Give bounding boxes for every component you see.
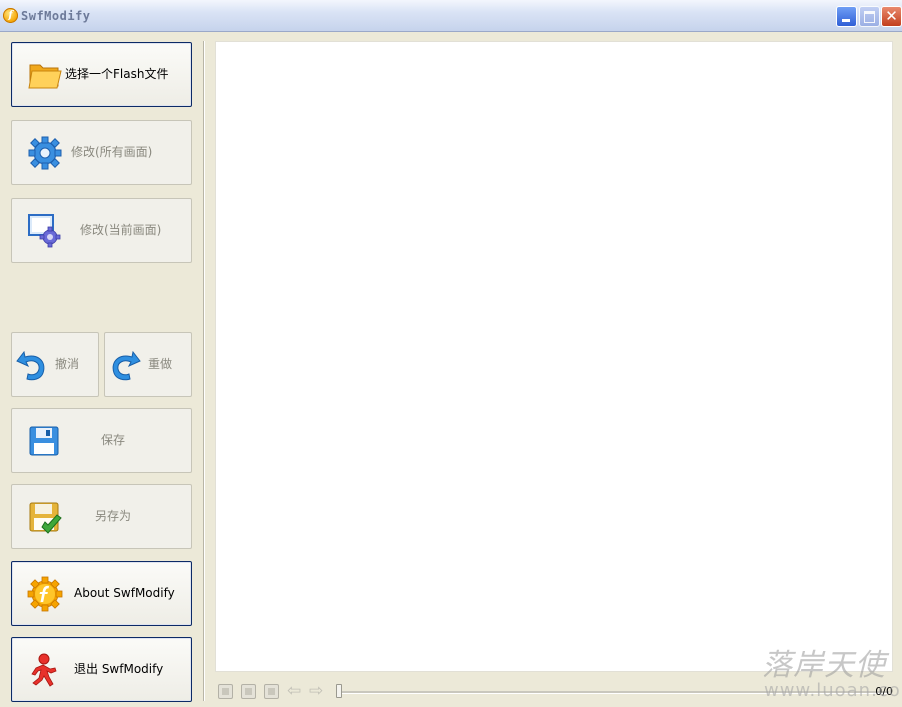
about-button[interactable]: About SwfModify bbox=[11, 561, 192, 626]
play-button[interactable] bbox=[218, 684, 233, 699]
flash-logo-icon bbox=[27, 576, 63, 612]
about-label: About SwfModify bbox=[74, 586, 175, 600]
window-title: SwfModify bbox=[21, 9, 91, 23]
playback-controls: ⇦ ⇨ 0/0 bbox=[215, 682, 893, 702]
modify-all-frames-label: 修改(所有画面) bbox=[71, 145, 153, 159]
frame-slider-track[interactable] bbox=[339, 691, 889, 694]
save-as-button[interactable]: 另存为 bbox=[11, 484, 192, 549]
app-icon[interactable]: f bbox=[3, 8, 18, 23]
pause-icon bbox=[268, 688, 275, 695]
screen-gear-icon bbox=[28, 214, 61, 248]
save-as-icon bbox=[29, 502, 62, 534]
maximize-button[interactable] bbox=[859, 6, 880, 27]
title-bar[interactable]: f SwfModify ✕ bbox=[0, 0, 902, 32]
select-flash-file-button[interactable]: 选择一个Flash文件 bbox=[11, 42, 192, 107]
frame-counter: 0/0 bbox=[875, 685, 893, 698]
exit-button[interactable]: 退出 SwfModify bbox=[11, 637, 192, 702]
panel-divider[interactable] bbox=[203, 41, 205, 701]
stop-button[interactable] bbox=[241, 684, 256, 699]
save-label: 保存 bbox=[101, 433, 126, 447]
modify-current-frame-button[interactable]: 修改(当前画面) bbox=[11, 198, 192, 263]
pause-button[interactable] bbox=[264, 684, 279, 699]
frame-slider-thumb[interactable] bbox=[336, 684, 342, 698]
folder-icon bbox=[28, 64, 62, 89]
redo-label: 重做 bbox=[148, 357, 173, 371]
close-button[interactable]: ✕ bbox=[881, 6, 902, 27]
modify-all-frames-button[interactable]: 修改(所有画面) bbox=[11, 120, 192, 185]
gear-icon bbox=[28, 136, 62, 170]
undo-label: 撤消 bbox=[55, 357, 80, 371]
close-icon: ✕ bbox=[885, 7, 898, 25]
running-person-icon bbox=[31, 653, 57, 687]
floppy-disk-icon bbox=[29, 426, 59, 456]
stop-icon bbox=[245, 688, 252, 695]
save-as-label: 另存为 bbox=[95, 509, 132, 523]
redo-icon bbox=[112, 350, 141, 381]
redo-button[interactable]: 重做 bbox=[104, 332, 192, 397]
exit-label: 退出 SwfModify bbox=[74, 662, 164, 676]
next-frame-button[interactable]: ⇨ bbox=[309, 683, 323, 700]
previous-frame-button[interactable]: ⇦ bbox=[287, 683, 301, 700]
play-icon bbox=[222, 688, 229, 695]
undo-button[interactable]: 撤消 bbox=[11, 332, 99, 397]
minimize-button[interactable] bbox=[836, 6, 857, 27]
undo-icon bbox=[16, 350, 45, 381]
save-button[interactable]: 保存 bbox=[11, 408, 192, 473]
modify-current-frame-label: 修改(当前画面) bbox=[80, 223, 162, 237]
select-flash-file-label: 选择一个Flash文件 bbox=[65, 67, 169, 81]
flash-preview-area[interactable] bbox=[215, 41, 893, 672]
